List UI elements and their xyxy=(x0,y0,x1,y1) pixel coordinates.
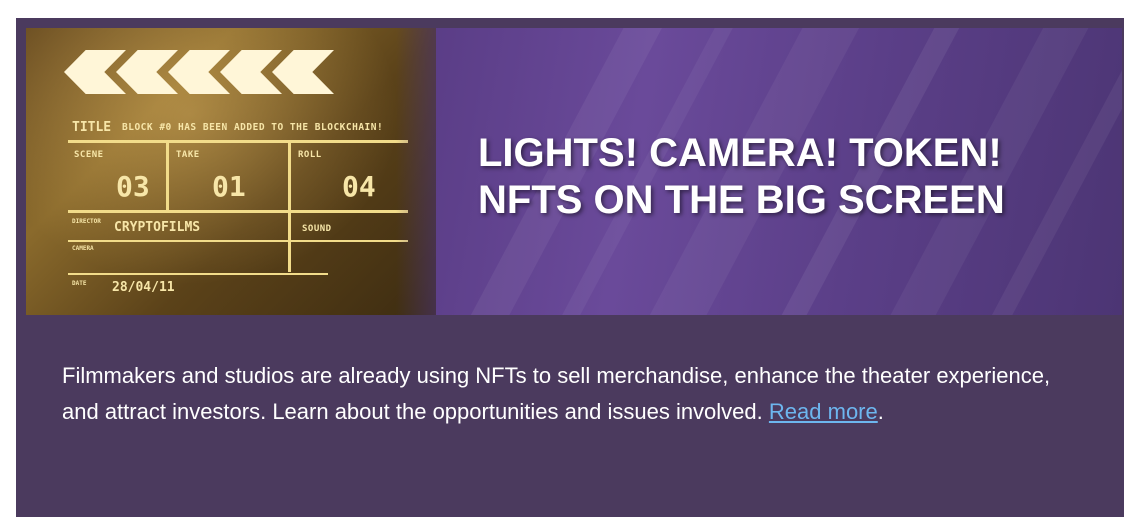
slate-take-value: 01 xyxy=(212,170,246,203)
article-card: TITLE BLOCK #0 HAS BEEN ADDED TO THE BLO… xyxy=(16,18,1124,517)
slate-roll-value: 04 xyxy=(342,170,376,203)
clapperboard-photo: TITLE BLOCK #0 HAS BEEN ADDED TO THE BLO… xyxy=(26,28,436,315)
slate-divider xyxy=(288,142,291,212)
slate-take-label: TAKE xyxy=(176,150,200,160)
slate-roll-label: ROLL xyxy=(298,150,322,160)
slate-camera-label: CAMERA xyxy=(72,245,94,252)
slate-divider xyxy=(288,212,291,272)
slate-divider xyxy=(68,240,408,242)
description-text: Filmmakers and studios are already using… xyxy=(62,363,1051,424)
slate-divider xyxy=(68,273,328,275)
slate-title-label: TITLE xyxy=(72,120,112,135)
slate-director-label: DIRECTOR xyxy=(72,218,101,225)
slate-date-value: 28/04/11 xyxy=(112,280,175,295)
banner-headline: LIGHTS! CAMERA! TOKEN! NFTS ON THE BIG S… xyxy=(478,130,1118,224)
banner-image[interactable]: TITLE BLOCK #0 HAS BEEN ADDED TO THE BLO… xyxy=(26,28,1122,315)
headline-line-2: NFTS ON THE BIG SCREEN xyxy=(478,178,1005,222)
slate-director-value: CRYPTOFILMS xyxy=(114,220,201,235)
slate-sound-label: SOUND xyxy=(302,224,332,234)
slate-divider xyxy=(68,210,408,213)
article-description: Filmmakers and studios are already using… xyxy=(62,358,1092,430)
description-period: . xyxy=(877,399,884,424)
slate-divider xyxy=(166,142,169,212)
headline-line-1: LIGHTS! CAMERA! TOKEN! xyxy=(478,131,1002,175)
slate-date-label: DATE xyxy=(72,280,87,287)
slate-title-value: BLOCK #0 HAS BEEN ADDED TO THE BLOCKCHAI… xyxy=(122,122,384,133)
read-more-link[interactable]: Read more xyxy=(769,399,878,424)
slate-scene-label: SCENE xyxy=(74,150,104,160)
chevron-left-icon xyxy=(272,50,334,94)
slate-divider xyxy=(68,140,408,143)
slate-scene-value: 03 xyxy=(116,170,150,203)
